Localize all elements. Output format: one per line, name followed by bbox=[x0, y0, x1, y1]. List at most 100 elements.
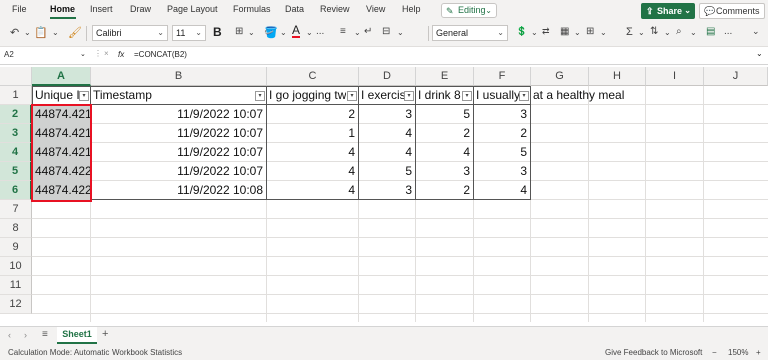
insert-cells-icon[interactable]: ⊞ bbox=[586, 26, 594, 37]
table-cell[interactable]: 4 bbox=[416, 143, 473, 162]
column-header-b[interactable]: B bbox=[91, 67, 267, 86]
table-cell[interactable]: 4 bbox=[359, 124, 415, 143]
column-header-j[interactable]: J bbox=[704, 67, 768, 86]
table-header-cell[interactable]: I exercis bbox=[359, 86, 404, 105]
bold-button[interactable]: B bbox=[213, 25, 222, 39]
table-cell[interactable]: 3 bbox=[474, 162, 530, 181]
row-header-9[interactable]: 9 bbox=[0, 238, 32, 257]
chevron-down-icon[interactable]: ⌄ bbox=[52, 28, 59, 37]
wrap-text-icon[interactable]: ↵ bbox=[364, 26, 372, 37]
table-header-cell[interactable]: Unique I bbox=[33, 86, 79, 105]
zoom-in-button[interactable]: + bbox=[756, 348, 761, 357]
fill-color-icon[interactable]: 🪣 bbox=[264, 26, 278, 39]
sort-filter-icon[interactable]: ⇅ bbox=[650, 26, 658, 37]
menu-data[interactable]: Data bbox=[285, 4, 304, 14]
menu-view[interactable]: View bbox=[366, 4, 385, 14]
format-painter-icon[interactable]: 🖌 bbox=[68, 26, 82, 39]
column-header-a[interactable]: A bbox=[32, 67, 91, 86]
table-cell[interactable]: 4 bbox=[474, 181, 530, 200]
table-cell[interactable]: 2 bbox=[416, 181, 473, 200]
table-cell[interactable]: 11/9/2022 10:08 bbox=[91, 181, 266, 200]
spreadsheet-grid[interactable]: A B C D E F G H I J 1 2 3 4 5 6 7 8 9 10… bbox=[0, 67, 768, 322]
row-header-5[interactable]: 5 bbox=[0, 162, 32, 181]
font-name-select[interactable]: Calibri ⌄ bbox=[92, 25, 168, 41]
add-sheet-button[interactable]: + bbox=[102, 328, 108, 340]
column-header-f[interactable]: F bbox=[474, 67, 531, 86]
name-box[interactable]: A2 bbox=[2, 50, 76, 62]
table-cell[interactable]: 11/9/2022 10:07 bbox=[91, 143, 266, 162]
menu-insert[interactable]: Insert bbox=[90, 4, 113, 14]
menu-help[interactable]: Help bbox=[402, 4, 421, 14]
row-header-10[interactable]: 10 bbox=[0, 257, 32, 276]
filter-dropdown-icon[interactable]: ▾ bbox=[79, 91, 89, 101]
table-header-cell[interactable]: I usually bbox=[474, 86, 519, 105]
chevron-right-icon[interactable]: › bbox=[24, 330, 27, 340]
table-cell[interactable]: 3 bbox=[359, 181, 415, 200]
chevron-down-icon[interactable]: ⌄ bbox=[574, 28, 581, 37]
filter-dropdown-icon[interactable]: ▾ bbox=[462, 91, 472, 101]
column-header-h[interactable]: H bbox=[589, 67, 646, 86]
overflow-text-cell[interactable]: at a healthy meal bbox=[531, 86, 641, 105]
zoom-level[interactable]: 150% bbox=[728, 348, 748, 357]
table-cell[interactable]: 4 bbox=[267, 162, 358, 181]
give-feedback-link[interactable]: Give Feedback to Microsoft bbox=[605, 348, 702, 357]
column-header-d[interactable]: D bbox=[359, 67, 416, 86]
column-header-i[interactable]: I bbox=[646, 67, 704, 86]
table-cell[interactable]: 3 bbox=[474, 105, 530, 124]
chevron-left-icon[interactable]: ‹ bbox=[8, 330, 11, 340]
table-cell[interactable]: 2 bbox=[416, 124, 473, 143]
table-header-cell[interactable]: Timestamp bbox=[91, 86, 254, 105]
row-header-12[interactable]: 12 bbox=[0, 295, 32, 314]
table-cell[interactable]: 1 bbox=[267, 124, 358, 143]
fx-label[interactable]: fx bbox=[118, 50, 124, 59]
chevron-down-icon[interactable]: ⌄ bbox=[690, 28, 697, 37]
more-options-icon[interactable]: ... bbox=[316, 26, 324, 37]
share-button[interactable]: ⇪ Share ⌄ bbox=[641, 3, 695, 19]
menu-file[interactable]: File bbox=[12, 4, 27, 14]
filter-dropdown-icon[interactable]: ▾ bbox=[404, 91, 414, 101]
chevron-down-icon[interactable]: ⌄ bbox=[280, 28, 287, 37]
undo-icon[interactable]: ↶ bbox=[10, 26, 19, 39]
filter-dropdown-icon[interactable]: ▾ bbox=[347, 91, 357, 101]
all-sheets-icon[interactable]: ≡ bbox=[42, 329, 48, 340]
table-cell[interactable]: 3 bbox=[359, 105, 415, 124]
font-size-select[interactable]: 11 ⌄ bbox=[172, 25, 206, 41]
menu-draw[interactable]: Draw bbox=[130, 4, 151, 14]
filter-dropdown-icon[interactable]: ▾ bbox=[519, 91, 529, 101]
table-cell[interactable]: 5 bbox=[474, 143, 530, 162]
chevron-down-icon[interactable]: ⌄ bbox=[756, 49, 763, 58]
autosum-icon[interactable]: Σ bbox=[626, 26, 633, 38]
menu-home[interactable]: Home bbox=[50, 4, 75, 14]
table-cell[interactable]: 5 bbox=[359, 162, 415, 181]
chevron-down-icon[interactable]: ⌄ bbox=[306, 28, 313, 37]
column-header-g[interactable]: G bbox=[531, 67, 589, 86]
chevron-down-icon[interactable]: ⌄ bbox=[397, 28, 404, 37]
chevron-down-icon[interactable]: ⌄ bbox=[531, 28, 538, 37]
column-header-c[interactable]: C bbox=[267, 67, 359, 86]
chevron-down-icon[interactable]: ⌄ bbox=[354, 28, 361, 37]
table-cell[interactable]: 3 bbox=[416, 162, 473, 181]
table-cell[interactable]: 2 bbox=[474, 124, 530, 143]
table-cell[interactable]: 5 bbox=[416, 105, 473, 124]
search-icon[interactable]: ⌕ bbox=[676, 26, 682, 37]
formula-input[interactable]: =CONCAT(B2) bbox=[134, 50, 187, 59]
decimal-icon[interactable]: ⇄ bbox=[542, 26, 550, 37]
more-options-icon[interactable]: ... bbox=[724, 26, 732, 37]
menu-page-layout[interactable]: Page Layout bbox=[167, 4, 218, 14]
chevron-down-icon[interactable]: ⌄ bbox=[24, 28, 31, 37]
chevron-down-icon[interactable]: ⌄ bbox=[664, 28, 671, 37]
merge-cells-icon[interactable]: ⊟ bbox=[382, 26, 390, 37]
table-cell[interactable]: 2 bbox=[267, 105, 358, 124]
number-format-select[interactable]: General ⌄ bbox=[432, 25, 508, 41]
row-header-7[interactable]: 7 bbox=[0, 200, 32, 219]
clipboard-icon[interactable]: 📋 bbox=[34, 26, 48, 39]
calculation-mode-status[interactable]: Calculation Mode: Automatic bbox=[8, 348, 109, 357]
borders-icon[interactable]: ⊞ bbox=[235, 26, 243, 37]
align-icon[interactable]: ≡ bbox=[340, 26, 346, 37]
analyze-data-icon[interactable]: ▤ bbox=[706, 26, 715, 37]
row-header-4[interactable]: 4 bbox=[0, 143, 32, 162]
conditional-format-icon[interactable]: ▦ bbox=[560, 26, 569, 37]
comments-button[interactable]: 💬 Comments bbox=[699, 3, 765, 19]
table-cell[interactable]: 11/9/2022 10:07 bbox=[91, 124, 266, 143]
select-all-corner[interactable] bbox=[0, 67, 32, 86]
